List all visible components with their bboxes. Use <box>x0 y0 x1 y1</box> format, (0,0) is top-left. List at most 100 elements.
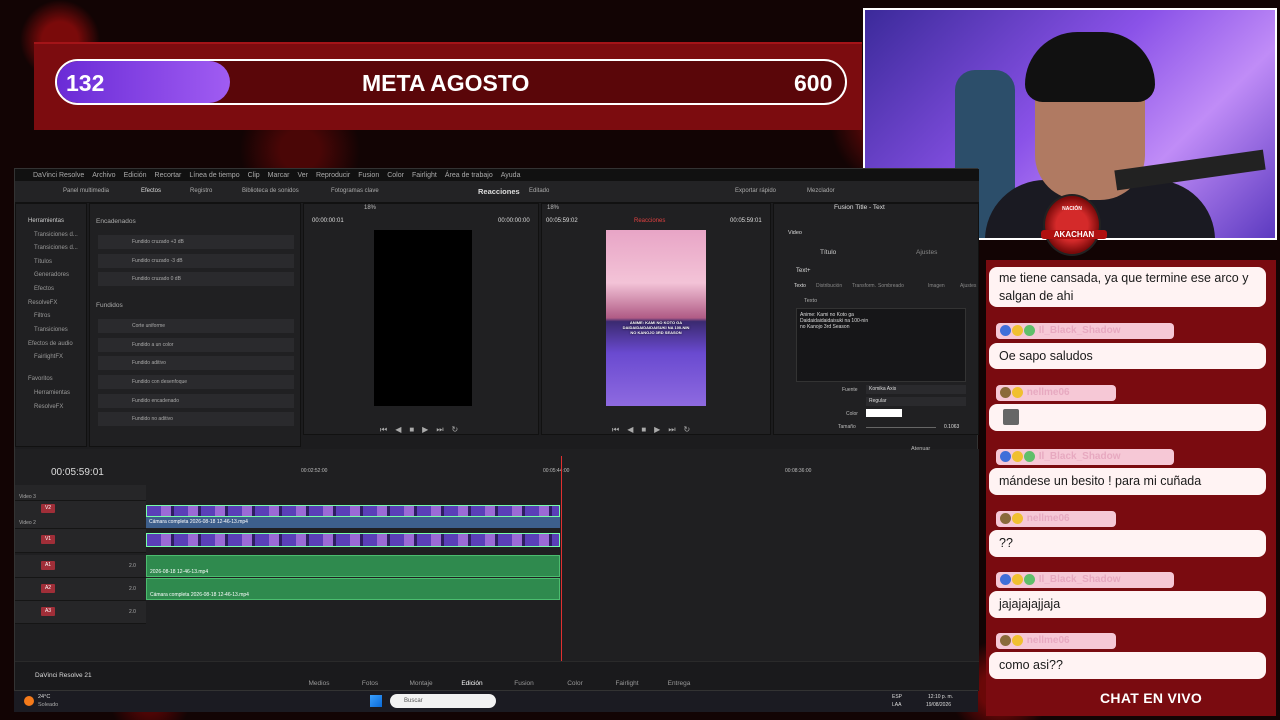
menu-item[interactable]: Ayuda <box>501 172 521 179</box>
video-clip-v1[interactable] <box>146 533 560 547</box>
tree-item[interactable]: Generadores <box>34 272 69 278</box>
language-indicator[interactable]: ESP <box>892 694 902 700</box>
project-status: Editado <box>529 188 550 194</box>
weather-desc[interactable]: Soleado <box>38 702 58 708</box>
page-color[interactable]: Color <box>555 680 595 687</box>
tab-video[interactable]: Video <box>788 230 802 236</box>
tree-tools[interactable]: Herramientas <box>28 218 64 224</box>
quick-export-button[interactable]: Exportar rápido <box>735 188 776 194</box>
menu-item[interactable]: Área de trabajo <box>445 172 493 179</box>
menu-item[interactable]: Archivo <box>92 172 115 179</box>
track-header-v3[interactable]: Video 3 <box>15 485 146 501</box>
color-label: Color <box>846 411 858 417</box>
audio-clip-a2[interactable]: Cámara completa 2026-08-18 12-46-13.mp4 <box>146 578 560 600</box>
page-edit-montage[interactable]: Montaje <box>401 680 441 687</box>
taskbar-search[interactable]: Buscar <box>390 694 496 708</box>
keyframes-button[interactable]: Fotogramas clave <box>331 188 379 194</box>
track-header-v2[interactable]: V2 Video 2 <box>15 501 146 529</box>
menu-item[interactable]: Edición <box>124 172 147 179</box>
tree-item[interactable]: Efectos <box>34 286 54 292</box>
tab-layout[interactable]: Distribución <box>816 283 842 289</box>
weather-temp[interactable]: 24°C <box>38 694 50 700</box>
color-swatch[interactable] <box>866 409 902 417</box>
track-header-v1[interactable]: V1 <box>15 529 146 553</box>
tab-transform[interactable]: Transform. <box>852 283 876 289</box>
page-navigation: DaVinci Resolve 21 Medios Fotos Montaje … <box>15 661 979 691</box>
menu-item[interactable]: Color <box>387 172 404 179</box>
tab-image[interactable]: Imagen <box>928 283 945 289</box>
tree-item[interactable]: Títulos <box>34 259 52 265</box>
attenuate-button[interactable]: Atenuar <box>911 446 930 452</box>
font-select[interactable]: Komika Axis <box>866 385 966 394</box>
menu-item[interactable]: DaVinci Resolve <box>33 172 84 179</box>
index-button[interactable]: Registro <box>190 188 212 194</box>
effect-item[interactable]: Fundido a un color <box>98 338 294 352</box>
chat-text: como asi?? <box>999 658 1063 672</box>
size-slider[interactable] <box>866 427 936 428</box>
track-header-a3[interactable]: A3 2.0 <box>15 601 146 624</box>
ruler-mark: 00:08:36:00 <box>785 468 812 474</box>
sound-library-button[interactable]: Biblioteca de sonidos <box>242 188 299 194</box>
language-layout[interactable]: LAA <box>892 702 901 708</box>
audio-clip-a1[interactable]: 2026-08-18 12-46-13.mp4 <box>146 555 560 577</box>
menu-item[interactable]: Línea de tiempo <box>189 172 239 179</box>
track-header-a2[interactable]: A2 2.0 <box>15 578 146 601</box>
page-fusion[interactable]: Fusion <box>504 680 544 687</box>
clock-time[interactable]: 12:10 p. m. <box>928 694 953 700</box>
page-media[interactable]: Medios <box>299 680 339 687</box>
menu-item[interactable]: Clip <box>248 172 260 179</box>
page-cut[interactable]: Fotos <box>350 680 390 687</box>
media-pool-button[interactable]: Panel multimedia <box>63 188 109 194</box>
source-video-frame[interactable] <box>374 230 472 406</box>
timeline-zoom[interactable]: 18% <box>547 205 559 211</box>
tree-item[interactable]: FairlightFX <box>34 354 63 360</box>
effect-item[interactable]: Fundido cruzado 0 dB <box>98 272 294 286</box>
playhead[interactable] <box>561 456 562 661</box>
tab-title[interactable]: Título <box>820 249 836 256</box>
style-select[interactable]: Regular <box>866 397 966 406</box>
transport-controls[interactable]: ⏮◀■▶⏭↻ <box>612 425 698 435</box>
tree-audio-fx[interactable]: Efectos de audio <box>28 341 73 347</box>
program-video-frame[interactable]: ANIME: KAMI NO KOTO GA DAIDAIDAIDAIDAISU… <box>606 230 706 406</box>
effect-item[interactable]: Fundido con desenfoque <box>98 375 294 389</box>
page-edit[interactable]: Edición <box>452 680 492 687</box>
effects-button[interactable]: Efectos <box>141 188 161 194</box>
tree-item[interactable]: Herramientas <box>34 390 70 396</box>
track-header-a1[interactable]: A1 2.0 <box>15 555 146 578</box>
page-deliver[interactable]: Entrega <box>659 680 699 687</box>
menu-item[interactable]: Recortar <box>155 172 182 179</box>
chat-username: nellme06 <box>1026 387 1070 398</box>
effect-item[interactable]: Fundido no aditivo <box>98 412 294 426</box>
windows-start-icon[interactable] <box>370 695 382 707</box>
menu-item[interactable]: Marcar <box>268 172 290 179</box>
tree-item[interactable]: Transiciones d... <box>34 232 78 238</box>
tree-item[interactable]: ResolveFX <box>34 404 63 410</box>
effect-item[interactable]: Fundido aditivo <box>98 356 294 370</box>
text-input[interactable]: Anime: Kami no Koto ga Daidaidaidaidaisu… <box>796 308 966 382</box>
menu-item[interactable]: Fairlight <box>412 172 437 179</box>
page-fairlight[interactable]: Fairlight <box>607 680 647 687</box>
menu-item[interactable]: Reproducir <box>316 172 350 179</box>
clock-date[interactable]: 19/08/2026 <box>926 702 951 708</box>
size-value[interactable]: 0.1063 <box>944 424 959 430</box>
tab-settings[interactable]: Ajustes <box>916 249 937 256</box>
tree-item[interactable]: Transiciones <box>34 327 68 333</box>
transport-controls[interactable]: ⏮◀■▶⏭↻ <box>380 425 466 435</box>
video-clip-v2[interactable] <box>146 505 560 517</box>
mixer-button[interactable]: Mezclador <box>807 188 835 194</box>
tree-item[interactable]: Filtros <box>34 313 50 319</box>
video-clip-v2-label[interactable]: Cámara completa 2026-08-18 12-46-13.mp4 <box>146 517 560 528</box>
tree-resolvefx[interactable]: ResolveFX <box>28 300 57 306</box>
tree-item[interactable]: Transiciones d... <box>34 245 78 251</box>
tree-favorites[interactable]: Favoritos <box>28 376 53 382</box>
effect-item[interactable]: Fundido cruzado +3 dB <box>98 235 294 249</box>
source-zoom[interactable]: 18% <box>364 205 376 211</box>
effect-item[interactable]: Fundido encadenado <box>98 394 294 408</box>
effect-item[interactable]: Fundido cruzado -3 dB <box>98 254 294 268</box>
tab-shading[interactable]: Sombreado <box>878 283 904 289</box>
tab-adjust[interactable]: Ajustes <box>960 283 976 289</box>
tab-text[interactable]: Texto <box>794 283 806 289</box>
menu-item[interactable]: Fusion <box>358 172 379 179</box>
menu-item[interactable]: Ver <box>297 172 308 179</box>
effect-item[interactable]: Corte uniforme <box>98 319 294 333</box>
